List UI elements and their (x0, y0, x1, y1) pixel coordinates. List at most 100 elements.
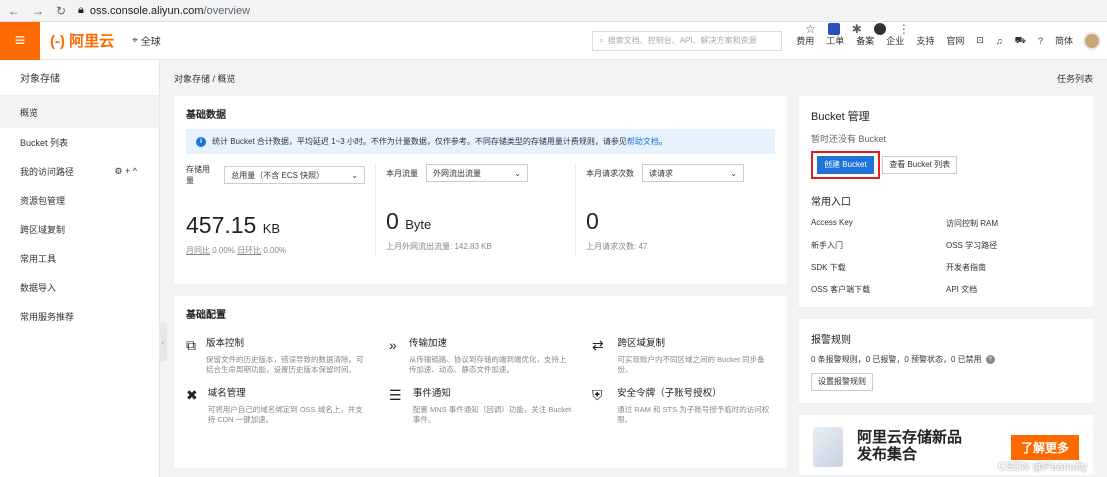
view-bucket-list-button[interactable]: 查看 Bucket 列表 (882, 156, 958, 174)
basic-config-card: 基础配置 ⧉ 版本控制 保留文件的历史版本，错误导致的数据清除。可结合生命周期功能，… (174, 296, 787, 468)
terminal-icon[interactable]: ⊡ (976, 35, 984, 46)
search-input[interactable]: ⌕ 搜索文档、控制台、API、解决方案和资源 (592, 30, 783, 51)
notice-text: 统计 Bucket 合计数据，平均延迟 1~3 小时。不作为计量数据，仅作参考。… (212, 137, 627, 146)
feature-sts[interactable]: ⛨ 安全令牌（子账号授权） 通过 RAM 和 STS 为子账号授予临时的访问权限。 (592, 385, 775, 425)
traffic-label: 本月流量 (386, 168, 418, 178)
feature-cross-region[interactable]: ⇄ 跨区域复制 可实现账户内不同区域之间的 Bucket 同步备份。 (592, 335, 775, 375)
storage-value: 457.15 KB (186, 212, 365, 239)
domain-icon: ✖ (186, 387, 198, 403)
feature-desc: 从传输链路、协议到存储的端到端优化，支持上传加速、动态、静态文件加速。 (408, 355, 567, 374)
menu-icon[interactable]: ≡ (0, 21, 40, 60)
highlight-box: 创建 Bucket (811, 151, 880, 179)
feature-transfer-acceleration[interactable]: » 传输加速从传输链路、协议到存储的端到端优化，支持上传加速、动态、静态文件加速。 (389, 335, 572, 375)
link-access-key[interactable]: Access Key (811, 218, 946, 229)
feature-title: 事件通知 (412, 388, 451, 399)
search-icon: ⌕ (599, 35, 604, 45)
breadcrumb: 对象存储 / 概览 (174, 60, 787, 96)
storage-unit: KB (262, 221, 281, 236)
nav-official[interactable]: 官网 (946, 34, 964, 47)
link-sdk[interactable]: SDK 下载 (811, 262, 946, 273)
right-column: 任务列表 Bucket 管理 暂时还没有 Bucket 创建 Bucket 查看… (799, 60, 1093, 477)
feature-event-notify[interactable]: ☰ 事件通知 配置 MNS 事件通知（回调）功能，关注 Bucket 事件。 (389, 385, 572, 425)
storage-compare: 月同比 0.00% 日环比 0.00% (186, 245, 365, 256)
sidebar-item-access-paths[interactable]: 我的访问路径 ⚙ + ^ (0, 157, 159, 186)
sidebar-item-tools[interactable]: 常用工具 (0, 244, 159, 273)
request-type-select[interactable]: 读请求 ⌄ (642, 164, 744, 182)
sidebar-item-import[interactable]: 数据导入 (0, 273, 159, 302)
set-alarm-button[interactable]: 设置报警规则 (811, 373, 873, 391)
bucket-mgmt-title: Bucket 管理 (811, 111, 870, 123)
avatar[interactable] (1083, 31, 1101, 50)
question-icon[interactable]: ? (985, 355, 995, 364)
help-icon[interactable]: ? (1038, 36, 1043, 46)
traffic-unit: Byte (405, 217, 432, 232)
browser-nav: ← → ↻ (8, 4, 78, 18)
storage-select-value: 总用量（不含 ECS 快照） (231, 170, 325, 180)
help-doc-link[interactable]: 帮助文档 (627, 137, 659, 146)
traffic-last-month: 上月外网流出流量: 142.83 KB (386, 242, 492, 251)
address-bar[interactable]: 🔒︎ oss.console.aliyun.com/overview (78, 4, 793, 17)
mom-label: 月同比 (186, 246, 210, 255)
feature-domain[interactable]: ✖ 域名管理 可将用户自己的域名绑定到 OSS 域名上，并支持 CDN 一键加速。 (186, 385, 369, 425)
nav-fees[interactable]: 费用 (796, 34, 814, 47)
shield-icon: ⛨ (592, 387, 603, 403)
promo-banner[interactable]: 阿里云存储新品 发布集合 了解更多 CSDN @Peanutty (799, 415, 1093, 475)
link-learning-path[interactable]: OSS 学习路径 (946, 240, 1081, 251)
sidebar-item-resource-packs[interactable]: 资源包管理 (0, 186, 159, 215)
feature-title: 安全令牌（子账号授权） (617, 388, 722, 399)
feature-title: 版本控制 (206, 338, 245, 349)
storage-illustration (813, 427, 843, 467)
path-actions[interactable]: ⚙ + ^ (114, 166, 137, 177)
feature-title: 传输加速 (408, 338, 447, 349)
sidebar-item-cross-region[interactable]: 跨区域复制 (0, 215, 159, 244)
feature-desc: 通过 RAM 和 STS 为子账号授予临时的访问权限。 (617, 405, 770, 424)
link-getting-started[interactable]: 新手入门 (811, 240, 946, 251)
bucket-management-card: Bucket 管理 暂时还没有 Bucket 创建 Bucket 查看 Buck… (799, 96, 1093, 307)
traffic-type-select[interactable]: 外网流出流量 ⌄ (426, 164, 528, 182)
dod-label: 日环比 (237, 246, 262, 255)
link-dev-guide[interactable]: 开发者指南 (946, 262, 1081, 273)
storage-type-select[interactable]: 总用量（不含 ECS 快照） ⌄ (224, 166, 365, 184)
region-selector[interactable]: ⌖ 全球 (132, 33, 161, 48)
sidebar-item-overview[interactable]: 概览 (0, 96, 159, 128)
nav-support[interactable]: 支持 (916, 34, 934, 47)
task-list-link[interactable]: 任务列表 (1057, 72, 1093, 85)
browser-actions: ☆ ✱ ⋮ (805, 0, 1099, 36)
dod-value: 0.00% (261, 246, 287, 255)
nav-icp[interactable]: 备案 (856, 34, 874, 47)
extension-icon[interactable] (827, 22, 840, 35)
storage-number: 457.15 (186, 212, 257, 238)
mom-value: 0.00% (210, 246, 238, 255)
nav-tickets[interactable]: 工单 (826, 34, 844, 47)
feature-title: 跨区域复制 (617, 338, 666, 349)
link-ram[interactable]: 访问控制 RAM (946, 218, 1081, 229)
replicate-icon: ⇄ (592, 337, 604, 353)
create-bucket-button[interactable]: 创建 Bucket (817, 156, 874, 174)
profile-icon[interactable] (873, 22, 886, 35)
feature-desc: 可将用户自己的域名绑定到 OSS 域名上，并支持 CDN 一键加速。 (207, 405, 363, 424)
notification-icon: ☰ (389, 387, 402, 403)
link-client-download[interactable]: OSS 客户端下载 (811, 284, 946, 295)
request-select-value: 读请求 (649, 168, 673, 178)
feature-versioning[interactable]: ⧉ 版本控制 保留文件的历史版本，错误导致的数据清除。可结合生命周期功能，设置历史版… (186, 335, 369, 375)
reload-icon[interactable]: ↻ (56, 4, 66, 18)
basic-data-title: 基础数据 (186, 110, 226, 121)
search-placeholder: 搜索文档、控制台、API、解决方案和资源 (607, 36, 757, 45)
back-icon[interactable]: ← (8, 4, 20, 18)
bell-icon[interactable]: ♫ (996, 36, 1003, 46)
no-bucket-text: 暂时还没有 Bucket (811, 134, 887, 144)
sidebar-item-recommend[interactable]: 常用服务推荐 (0, 302, 159, 331)
nav-enterprise[interactable]: 企业 (886, 34, 904, 47)
requests-last-month: 上月请求次数: 47 (586, 242, 648, 251)
cart-icon[interactable]: ⛟ (1015, 35, 1026, 47)
double-chevron-icon: » (389, 337, 397, 353)
forward-icon[interactable]: → (32, 4, 44, 18)
lang-selector[interactable]: 简体 (1055, 34, 1073, 47)
sidebar-item-bucket-list[interactable]: Bucket 列表 (0, 128, 159, 157)
aliyun-logo[interactable]: (-) 阿里云 (50, 30, 114, 51)
learn-more-button[interactable]: 了解更多 (1010, 435, 1079, 460)
alarm-rules-card: 报警规则 0 条报警规则，0 已报警，0 预警状态，0 已禁用? 设置报警规则 (799, 319, 1093, 403)
sidebar: 对象存储 概览 Bucket 列表 我的访问路径 ⚙ + ^ 资源包管理 跨区域复… (0, 60, 167, 477)
link-api-docs[interactable]: API 文档 (946, 284, 1081, 295)
basic-config-title: 基础配置 (186, 310, 226, 321)
